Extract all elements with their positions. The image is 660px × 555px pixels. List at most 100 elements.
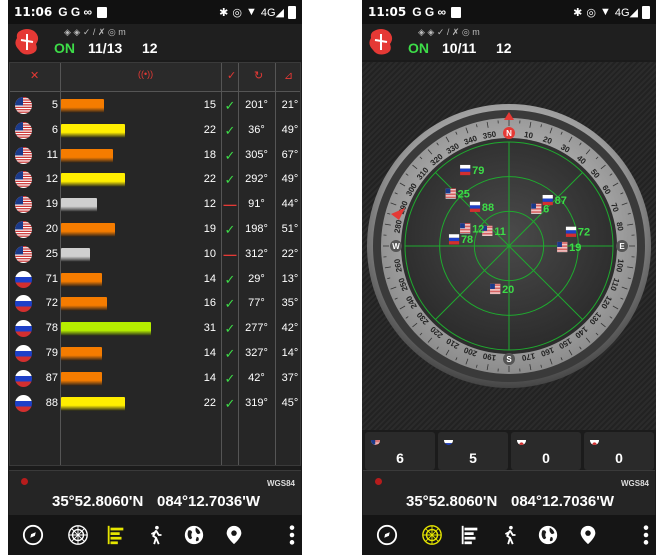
- satellite-column-icon: ✕: [30, 70, 40, 82]
- azimuth: 91°: [248, 198, 265, 211]
- globe-icon[interactable]: [182, 523, 206, 547]
- us-flag-icon: [15, 146, 32, 164]
- satellite-marker[interactable]: [469, 201, 481, 212]
- satellite-row[interactable]: 87 14 ✓ 42° 37°: [10, 366, 300, 390]
- satellite-row[interactable]: 88 22 ✓ 319° 45°: [10, 391, 300, 415]
- network-4g-icon: 4G◢: [260, 6, 284, 19]
- satellite-row[interactable]: 79 14 ✓ 327° 14°: [10, 341, 300, 365]
- signal-bars-icon[interactable]: [104, 523, 128, 547]
- satellite-prn: 79: [45, 347, 58, 359]
- radar-icon[interactable]: [420, 523, 444, 547]
- location-dot-icon: [21, 478, 28, 485]
- location-pin-icon[interactable]: [576, 523, 600, 547]
- russia-flag-icon: [15, 270, 32, 288]
- globe-icon[interactable]: [536, 523, 560, 547]
- app-header: ◈ ◈ ✓ / ✗ ◎ m ON 10/11 12: [362, 24, 656, 60]
- signal-bar: [61, 247, 90, 262]
- altitude-value: 12: [142, 40, 158, 56]
- satellite-prn: 78: [45, 322, 58, 335]
- satellite-prn: 87: [45, 371, 58, 384]
- azimuth: 277°: [245, 322, 268, 335]
- used-in-fix-icon: ✓: [224, 122, 236, 138]
- signal-strength: 14: [203, 347, 216, 359]
- satellite-row[interactable]: 11 18 ✓ 305° 67°: [10, 143, 300, 167]
- satellite-row[interactable]: 12 22 ✓ 292° 49°: [10, 167, 300, 191]
- signal-bar: [61, 347, 102, 361]
- signal-column-icon: ((•)): [138, 69, 154, 79]
- satellite-row[interactable]: 72 16 ✓ 77° 35°: [10, 291, 300, 315]
- signal-strength: 16: [203, 297, 216, 310]
- radar-screen: 11:05 G G ∞ ✱ ◎ ▼ 4G◢ ◈ ◈ ✓ / ✗ ◎ m ON 1…: [362, 0, 656, 555]
- app-header: ◈ ◈ ✓ / ✗ ◎ m ON 11/13 12: [8, 24, 302, 60]
- elevation: 49°: [281, 173, 299, 186]
- signal-bar: [61, 322, 151, 337]
- signal-bar: [61, 396, 125, 411]
- satellite-row[interactable]: 71 14 ✓ 29° 13°: [10, 267, 300, 291]
- russia-flag-icon: [444, 436, 453, 445]
- satellite-row[interactable]: 6 22 ✓ 36° 49°: [10, 118, 300, 142]
- signal-bar: [61, 223, 115, 237]
- satellite-marker[interactable]: [490, 283, 501, 295]
- satellite-row[interactable]: 5 15 ✓ 201° 21°: [10, 93, 300, 117]
- signal-bar: [61, 297, 107, 312]
- satellite-row[interactable]: 78 31 ✓ 277° 42°: [10, 316, 300, 340]
- satellite-marker[interactable]: [557, 241, 568, 253]
- satellite-marker[interactable]: [445, 188, 456, 199]
- azimuth: 292°: [245, 173, 268, 186]
- count-value: 5: [469, 450, 477, 466]
- satellite-marker[interactable]: [460, 164, 471, 176]
- us-flag-icon: [371, 436, 380, 445]
- signal-strength: 22: [203, 396, 216, 409]
- elevation-column-icon: ⊿: [284, 70, 294, 82]
- compass-icon[interactable]: [375, 523, 399, 547]
- table-header: ✕ ((•)) ✓ ↻ ⊿: [10, 63, 300, 92]
- azimuth: 201°: [245, 99, 268, 111]
- signal-bar: [61, 371, 102, 386]
- battery-icon: [288, 5, 296, 19]
- used-in-fix-icon: —: [223, 246, 237, 262]
- more-vert-icon[interactable]: [634, 523, 656, 547]
- elevation: 44°: [281, 198, 299, 211]
- satellite-marker[interactable]: [565, 226, 577, 237]
- signal-strength: 22: [203, 123, 216, 136]
- constellation-counts: 6 5 0 0: [363, 432, 655, 470]
- satellite-marker[interactable]: [448, 234, 460, 245]
- bluetooth-icon: ✱: [219, 6, 229, 19]
- location-pin-icon[interactable]: [222, 523, 246, 547]
- sky-radar[interactable]: 10 20304050607080100110120130140150160170…: [362, 62, 656, 430]
- us-flag-icon: [15, 121, 32, 139]
- walker-icon[interactable]: [498, 523, 522, 547]
- longitude: 084°12.7036'W: [157, 493, 260, 510]
- status-time: 11:05: [368, 5, 407, 19]
- azimuth: 305°: [245, 148, 268, 161]
- satellite-marker[interactable]: [460, 223, 471, 234]
- us-flag-icon: [15, 245, 32, 263]
- radar-icon[interactable]: [66, 523, 90, 547]
- constellation-count: 5: [438, 432, 508, 470]
- satellite-prn: 72: [45, 297, 58, 310]
- more-vert-icon[interactable]: [280, 523, 302, 547]
- compass-icon[interactable]: [21, 523, 45, 547]
- satellite-prn-label: 79: [472, 165, 484, 177]
- azimuth: 327°: [245, 347, 268, 359]
- storage-icon: [451, 6, 462, 18]
- cardinal-label: S: [506, 355, 512, 364]
- used-in-fix-icon: ✓: [224, 172, 236, 188]
- app-logo-icon[interactable]: [14, 28, 40, 56]
- satellite-row[interactable]: 25 10 — 312° 22°: [10, 242, 300, 266]
- signal-bars-icon[interactable]: [458, 523, 482, 547]
- us-flag-icon: [15, 196, 32, 214]
- signal-bar: [61, 148, 113, 163]
- elevation: 13°: [281, 272, 299, 285]
- used-in-fix-icon: ✓: [224, 147, 236, 163]
- app-logo-icon[interactable]: [368, 28, 394, 56]
- satellite-row[interactable]: 20 19 ✓ 198° 51°: [10, 217, 300, 241]
- battery-icon: [642, 5, 650, 19]
- walker-icon[interactable]: [144, 523, 168, 547]
- satellite-marker[interactable]: [531, 203, 542, 214]
- satellite-row[interactable]: 19 12 — 91° 44°: [10, 192, 300, 216]
- signal-strength: 15: [203, 99, 216, 111]
- satellite-prn-label: 87: [555, 195, 567, 207]
- signal-strength: 18: [203, 148, 216, 161]
- cardinal-label: W: [392, 242, 400, 251]
